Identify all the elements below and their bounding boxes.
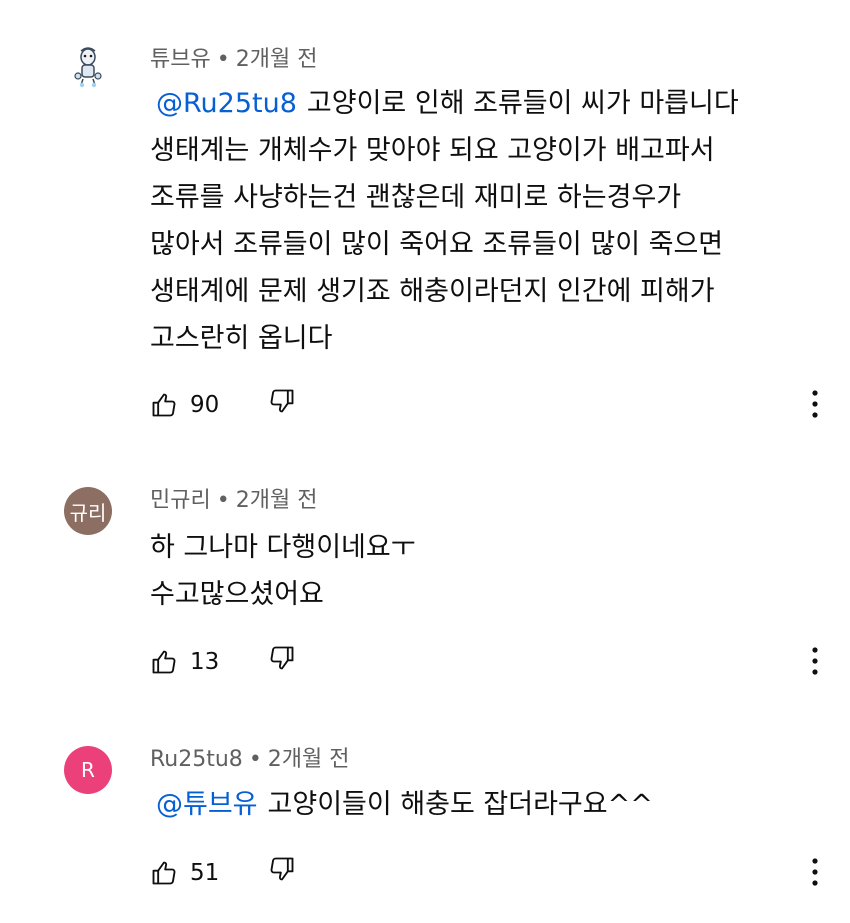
comment-line: 많아서 조류들이 많이 죽어요 조류들이 많이 죽으면 xyxy=(150,229,724,260)
thumbs-up-icon xyxy=(152,861,176,885)
comment-line: @튜브유 고양이들이 해충도 잡더라구요^^ xyxy=(150,781,810,828)
separator-dot: • xyxy=(216,47,230,72)
avatar[interactable]: R xyxy=(64,746,112,794)
thumbs-down-icon xyxy=(270,857,294,881)
mention-link[interactable]: @튜브유 xyxy=(150,789,258,820)
more-options-button[interactable] xyxy=(805,645,825,679)
dislike-button[interactable] xyxy=(268,387,296,419)
like-button[interactable]: 51 xyxy=(150,859,219,887)
comment-actions: 90 xyxy=(150,385,294,425)
dislike-button[interactable] xyxy=(268,855,296,887)
comment-actions: 51 xyxy=(150,853,294,893)
thumbs-up-icon xyxy=(152,650,176,674)
comment-text: 하 그나마 다행이네요ㅜ 수고많으셨어요 xyxy=(150,524,810,618)
cartoon-avatar-icon xyxy=(74,47,102,88)
separator-dot: • xyxy=(248,747,262,772)
comment-time: 2개월 전 xyxy=(235,488,318,513)
avatar-initials: R xyxy=(81,758,95,782)
separator-dot: • xyxy=(216,488,230,513)
avatar[interactable]: 규리 xyxy=(64,487,112,535)
comment-meta: 민규리 • 2개월 전 xyxy=(150,490,317,512)
like-count: 90 xyxy=(190,392,220,418)
comment-line: 고스란히 옵니다 xyxy=(150,323,333,354)
author-name[interactable]: 민규리 xyxy=(150,488,211,513)
mention-link[interactable]: @Ru25tu8 xyxy=(150,88,297,119)
avatar-initials: 규리 xyxy=(69,500,107,525)
author-name[interactable]: Ru25tu8 xyxy=(150,747,243,772)
thumbs-down-icon xyxy=(270,646,294,670)
comment-line: 수고많으셨어요 xyxy=(150,579,324,610)
comment-line: 생태계에 문제 생기죠 해충이라던지 인간에 피해가 xyxy=(150,276,715,307)
dislike-button[interactable] xyxy=(268,644,296,676)
more-options-button[interactable] xyxy=(805,856,825,890)
like-button[interactable]: 90 xyxy=(150,391,219,419)
comment-text: @튜브유 고양이들이 해충도 잡더라구요^^ xyxy=(150,781,810,828)
more-vertical-icon xyxy=(812,390,818,418)
like-count: 51 xyxy=(190,860,220,886)
comment-line: 생태계는 개체수가 맞아야 되요 고양이가 배고파서 xyxy=(150,135,715,166)
like-count: 13 xyxy=(190,649,220,675)
thumbs-up-icon xyxy=(152,393,176,417)
comment-time: 2개월 전 xyxy=(267,747,350,772)
comment-time: 2개월 전 xyxy=(235,47,318,72)
more-vertical-icon xyxy=(812,647,818,675)
comment-line: 하 그나마 다행이네요ㅜ xyxy=(150,532,416,563)
comment-meta: 튜브유 • 2개월 전 xyxy=(150,49,317,71)
author-name[interactable]: 튜브유 xyxy=(150,47,211,72)
comment-line: 조류를 사냥하는건 괜찮은데 재미로 하는경우가 xyxy=(150,182,682,213)
thumbs-down-icon xyxy=(270,389,294,413)
more-vertical-icon xyxy=(812,858,818,886)
comment-text: @Ru25tu8 고양이로 인해 조류들이 씨가 마릅니다 생태계는 개체수가 맞… xyxy=(150,80,810,362)
comment-meta: Ru25tu8 • 2개월 전 xyxy=(150,749,350,771)
avatar[interactable] xyxy=(64,42,112,90)
comment-line: @Ru25tu8 고양이로 인해 조류들이 씨가 마릅니다 xyxy=(150,80,810,127)
more-options-button[interactable] xyxy=(805,388,825,422)
like-button[interactable]: 13 xyxy=(150,648,219,676)
comment-actions: 13 xyxy=(150,642,294,682)
